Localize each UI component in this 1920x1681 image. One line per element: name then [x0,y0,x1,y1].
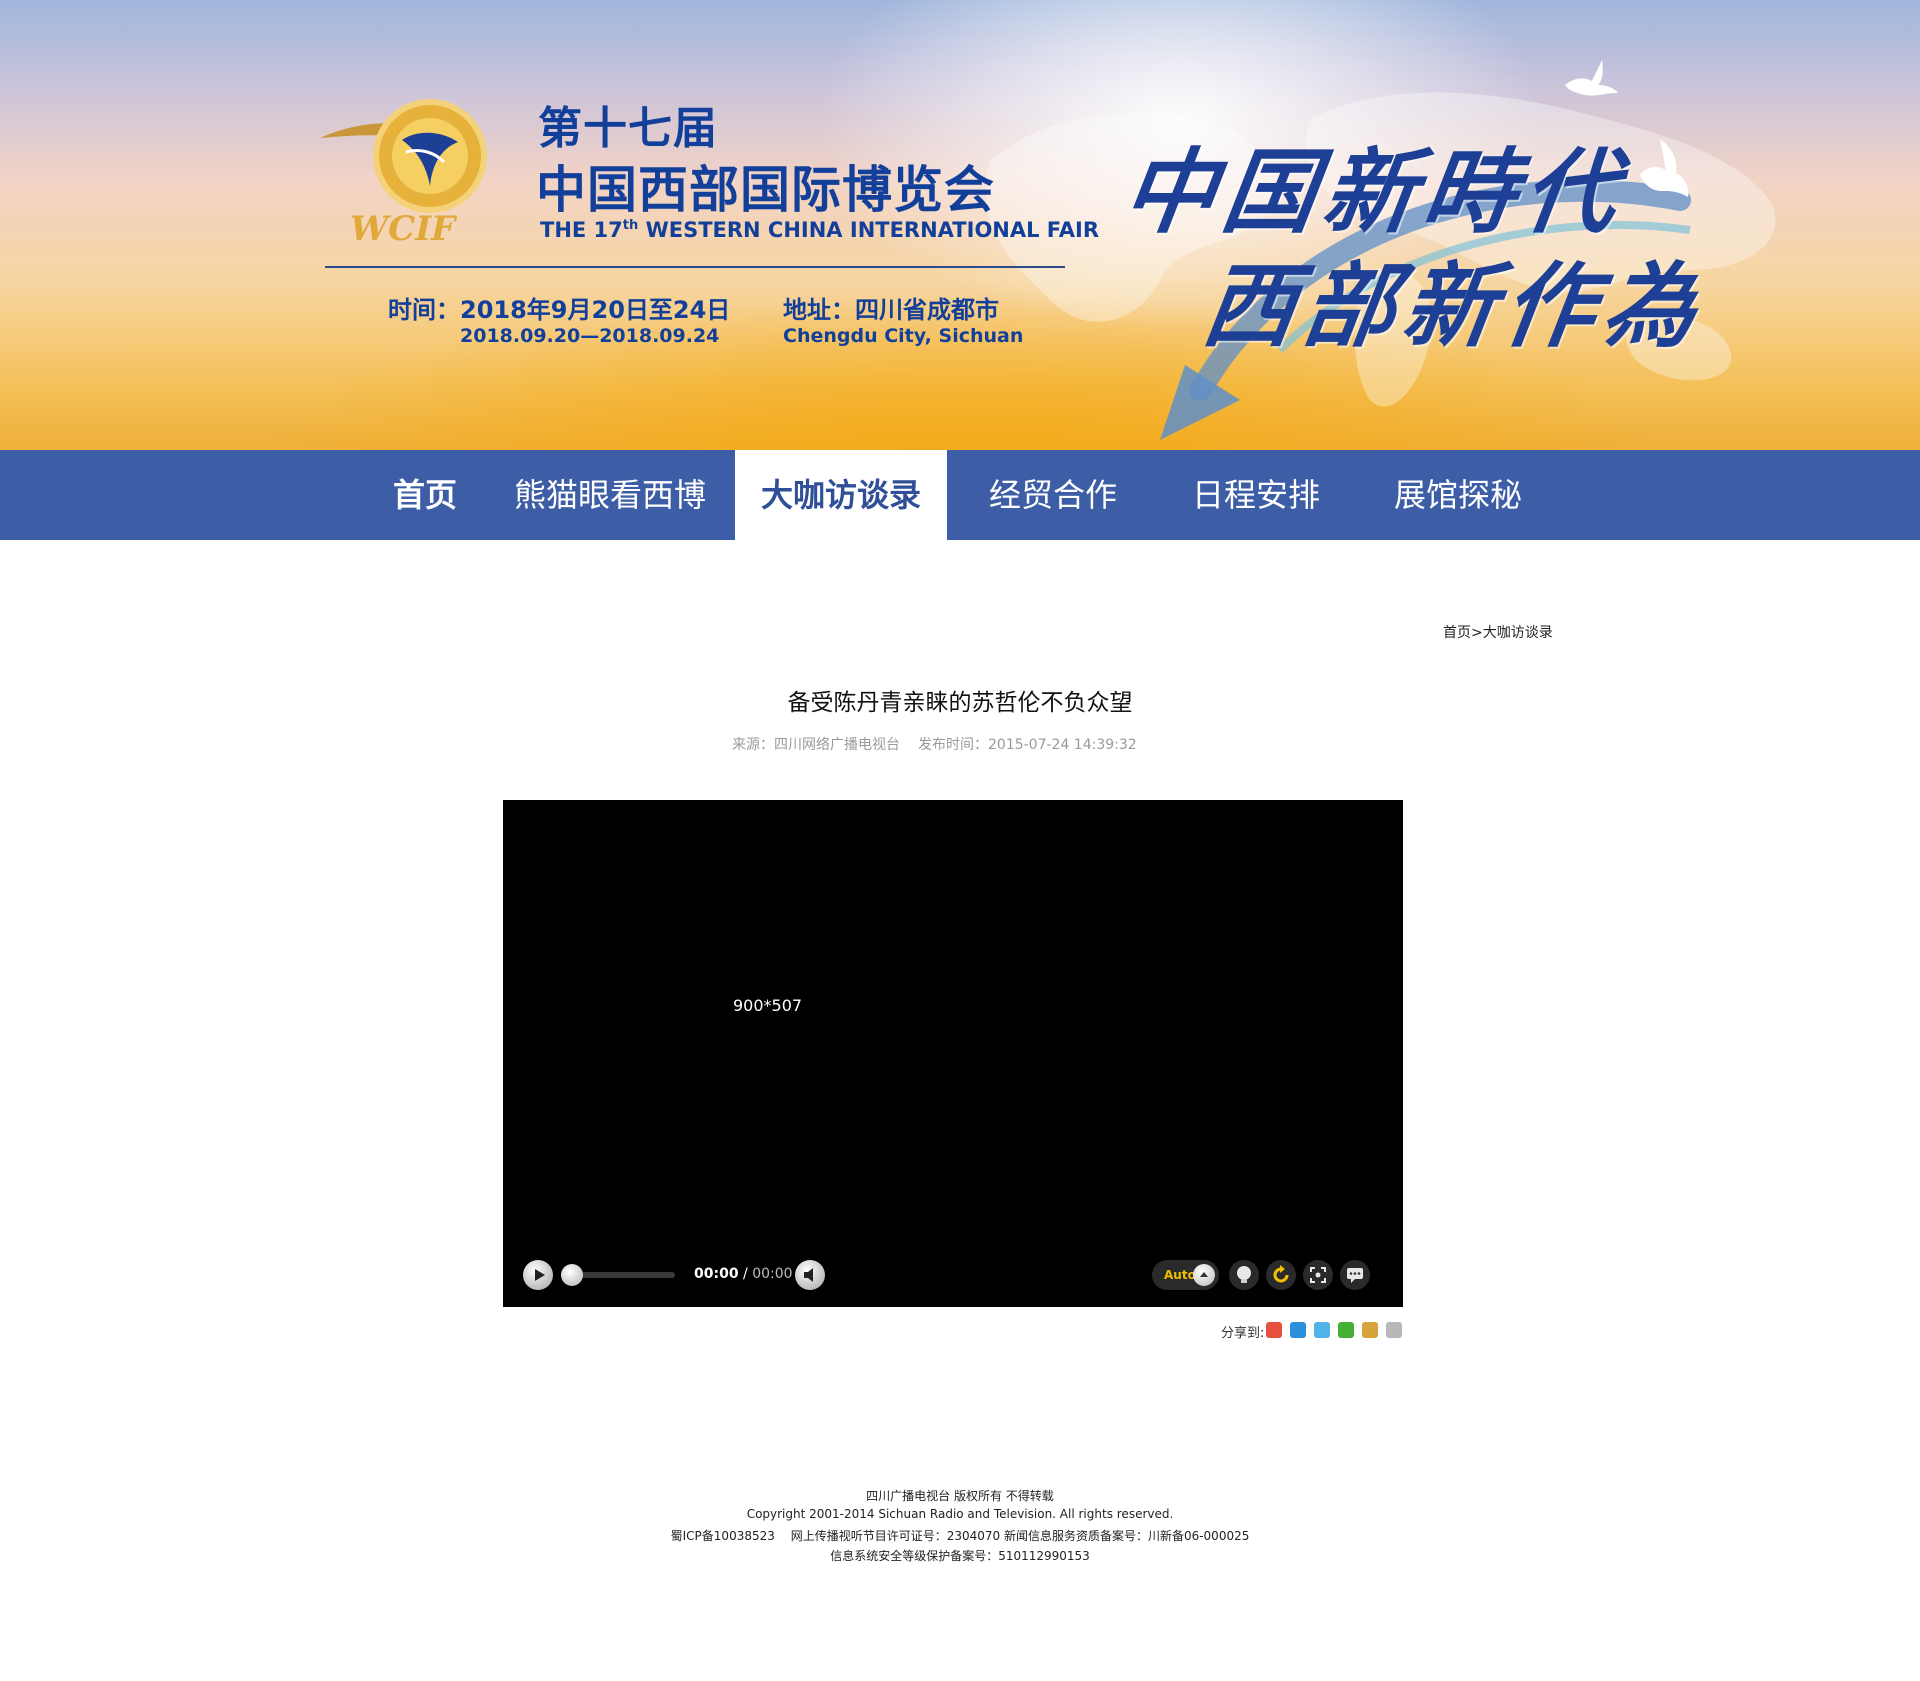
article-source: 来源：四川网络广播电视台 [732,737,900,753]
wechat-icon[interactable] [1338,1322,1354,1338]
banner-divider [325,266,1065,268]
footer-license: 蜀ICP备10038523 网上传播视听节目许可证号：2304070 新闻信息服… [670,1529,1250,1543]
lightbulb-icon [1237,1266,1251,1283]
banner-title-english: THE 17th WESTERN CHINA INTERNATIONAL FAI… [540,218,1099,242]
time-separator: / [738,1266,753,1282]
logo-wordmark: WCIF [350,209,458,249]
nav-item-panda-view[interactable]: 熊猫眼看西博 [502,450,718,540]
breadcrumb: 首页>大咖访谈录 [1443,622,1553,642]
article-publish-time: 发布时间：2015-07-24 14:39:32 [918,737,1137,753]
slogan-line-2: 西部新作為 [1196,252,1712,360]
fullscreen-button[interactable] [1303,1260,1333,1290]
video-player[interactable]: 900*507 00:00 / 00:00 Auto [503,800,1403,1307]
video-placeholder-text: 900*507 [733,996,803,1015]
footer-security-record: 信息系统安全等级保护备案号：510112990153 [830,1549,1090,1563]
nav-item-schedule[interactable]: 日程安排 [1180,450,1332,540]
article-title: 备受陈丹青亲睐的苏哲伦不负众望 [787,690,1133,716]
play-icon [535,1269,545,1281]
share-label: 分享到: [1221,1326,1265,1341]
dove-icon [1565,60,1618,96]
banner-title-fair: 中国西部国际博览会 [536,161,995,219]
nav-item-trade[interactable]: 经贸合作 [977,450,1129,540]
wcif-logo: WCIF [320,99,487,249]
header-banner: WCIF 第十七届 中国西部国际博览会 THE 17th WESTERN CHI… [0,0,1920,450]
dove-icon [1640,139,1689,197]
tencent-weibo-icon[interactable] [1314,1322,1330,1338]
more-share-icon[interactable] [1386,1322,1402,1338]
main-nav: 首页 熊猫眼看西博 大咖访谈录 经贸合作 日程安排 展馆探秘 [0,450,1920,540]
progress-handle[interactable] [561,1264,583,1286]
comment-icon [1347,1268,1363,1283]
article-meta: 来源：四川网络广播电视台 发布时间：2015-07-24 14:39:32 [732,734,1137,754]
event-date-cn: 时间：2018年9月20日至24日 [388,296,731,324]
banner-title-edition: 第十七届 [538,103,718,154]
nav-item-interviews[interactable]: 大咖访谈录 [735,450,947,540]
play-button[interactable] [523,1260,553,1290]
total-time: 00:00 [752,1266,793,1282]
chevron-up-icon [1200,1272,1208,1277]
breadcrumb-current[interactable]: 大咖访谈录 [1483,625,1553,641]
quality-label: Auto [1164,1268,1196,1282]
quality-knob [1193,1264,1215,1286]
renren-icon[interactable] [1362,1322,1378,1338]
footer-rights: 四川广播电视台 版权所有 不得转载 [866,1489,1054,1503]
qzone-icon[interactable] [1290,1322,1306,1338]
nav-item-pavilion[interactable]: 展馆探秘 [1382,450,1534,540]
playback-time: 00:00 / 00:00 [694,1266,793,1282]
volume-button[interactable] [795,1260,825,1290]
event-date-en: 2018.09.20—2018.09.24 [460,325,720,347]
volume-icon [804,1268,813,1282]
comment-button[interactable] [1340,1260,1370,1290]
fullscreen-icon [1310,1267,1326,1283]
light-toggle-button[interactable] [1229,1260,1259,1290]
footer-copyright: Copyright 2001-2014 Sichuan Radio and Te… [746,1507,1174,1521]
event-address-cn: 地址：四川省成都市 [783,296,999,324]
progress-bar[interactable] [571,1272,675,1278]
replay-button[interactable] [1266,1260,1296,1290]
weibo-icon[interactable] [1266,1322,1282,1338]
breadcrumb-separator: > [1471,625,1483,641]
quality-toggle[interactable]: Auto [1152,1260,1219,1290]
current-time: 00:00 [694,1266,739,1282]
replay-icon [1273,1265,1289,1283]
nav-item-home[interactable]: 首页 [378,450,472,540]
event-address-en: Chengdu City, Sichuan [783,325,1024,347]
breadcrumb-home-link[interactable]: 首页 [1443,625,1471,641]
